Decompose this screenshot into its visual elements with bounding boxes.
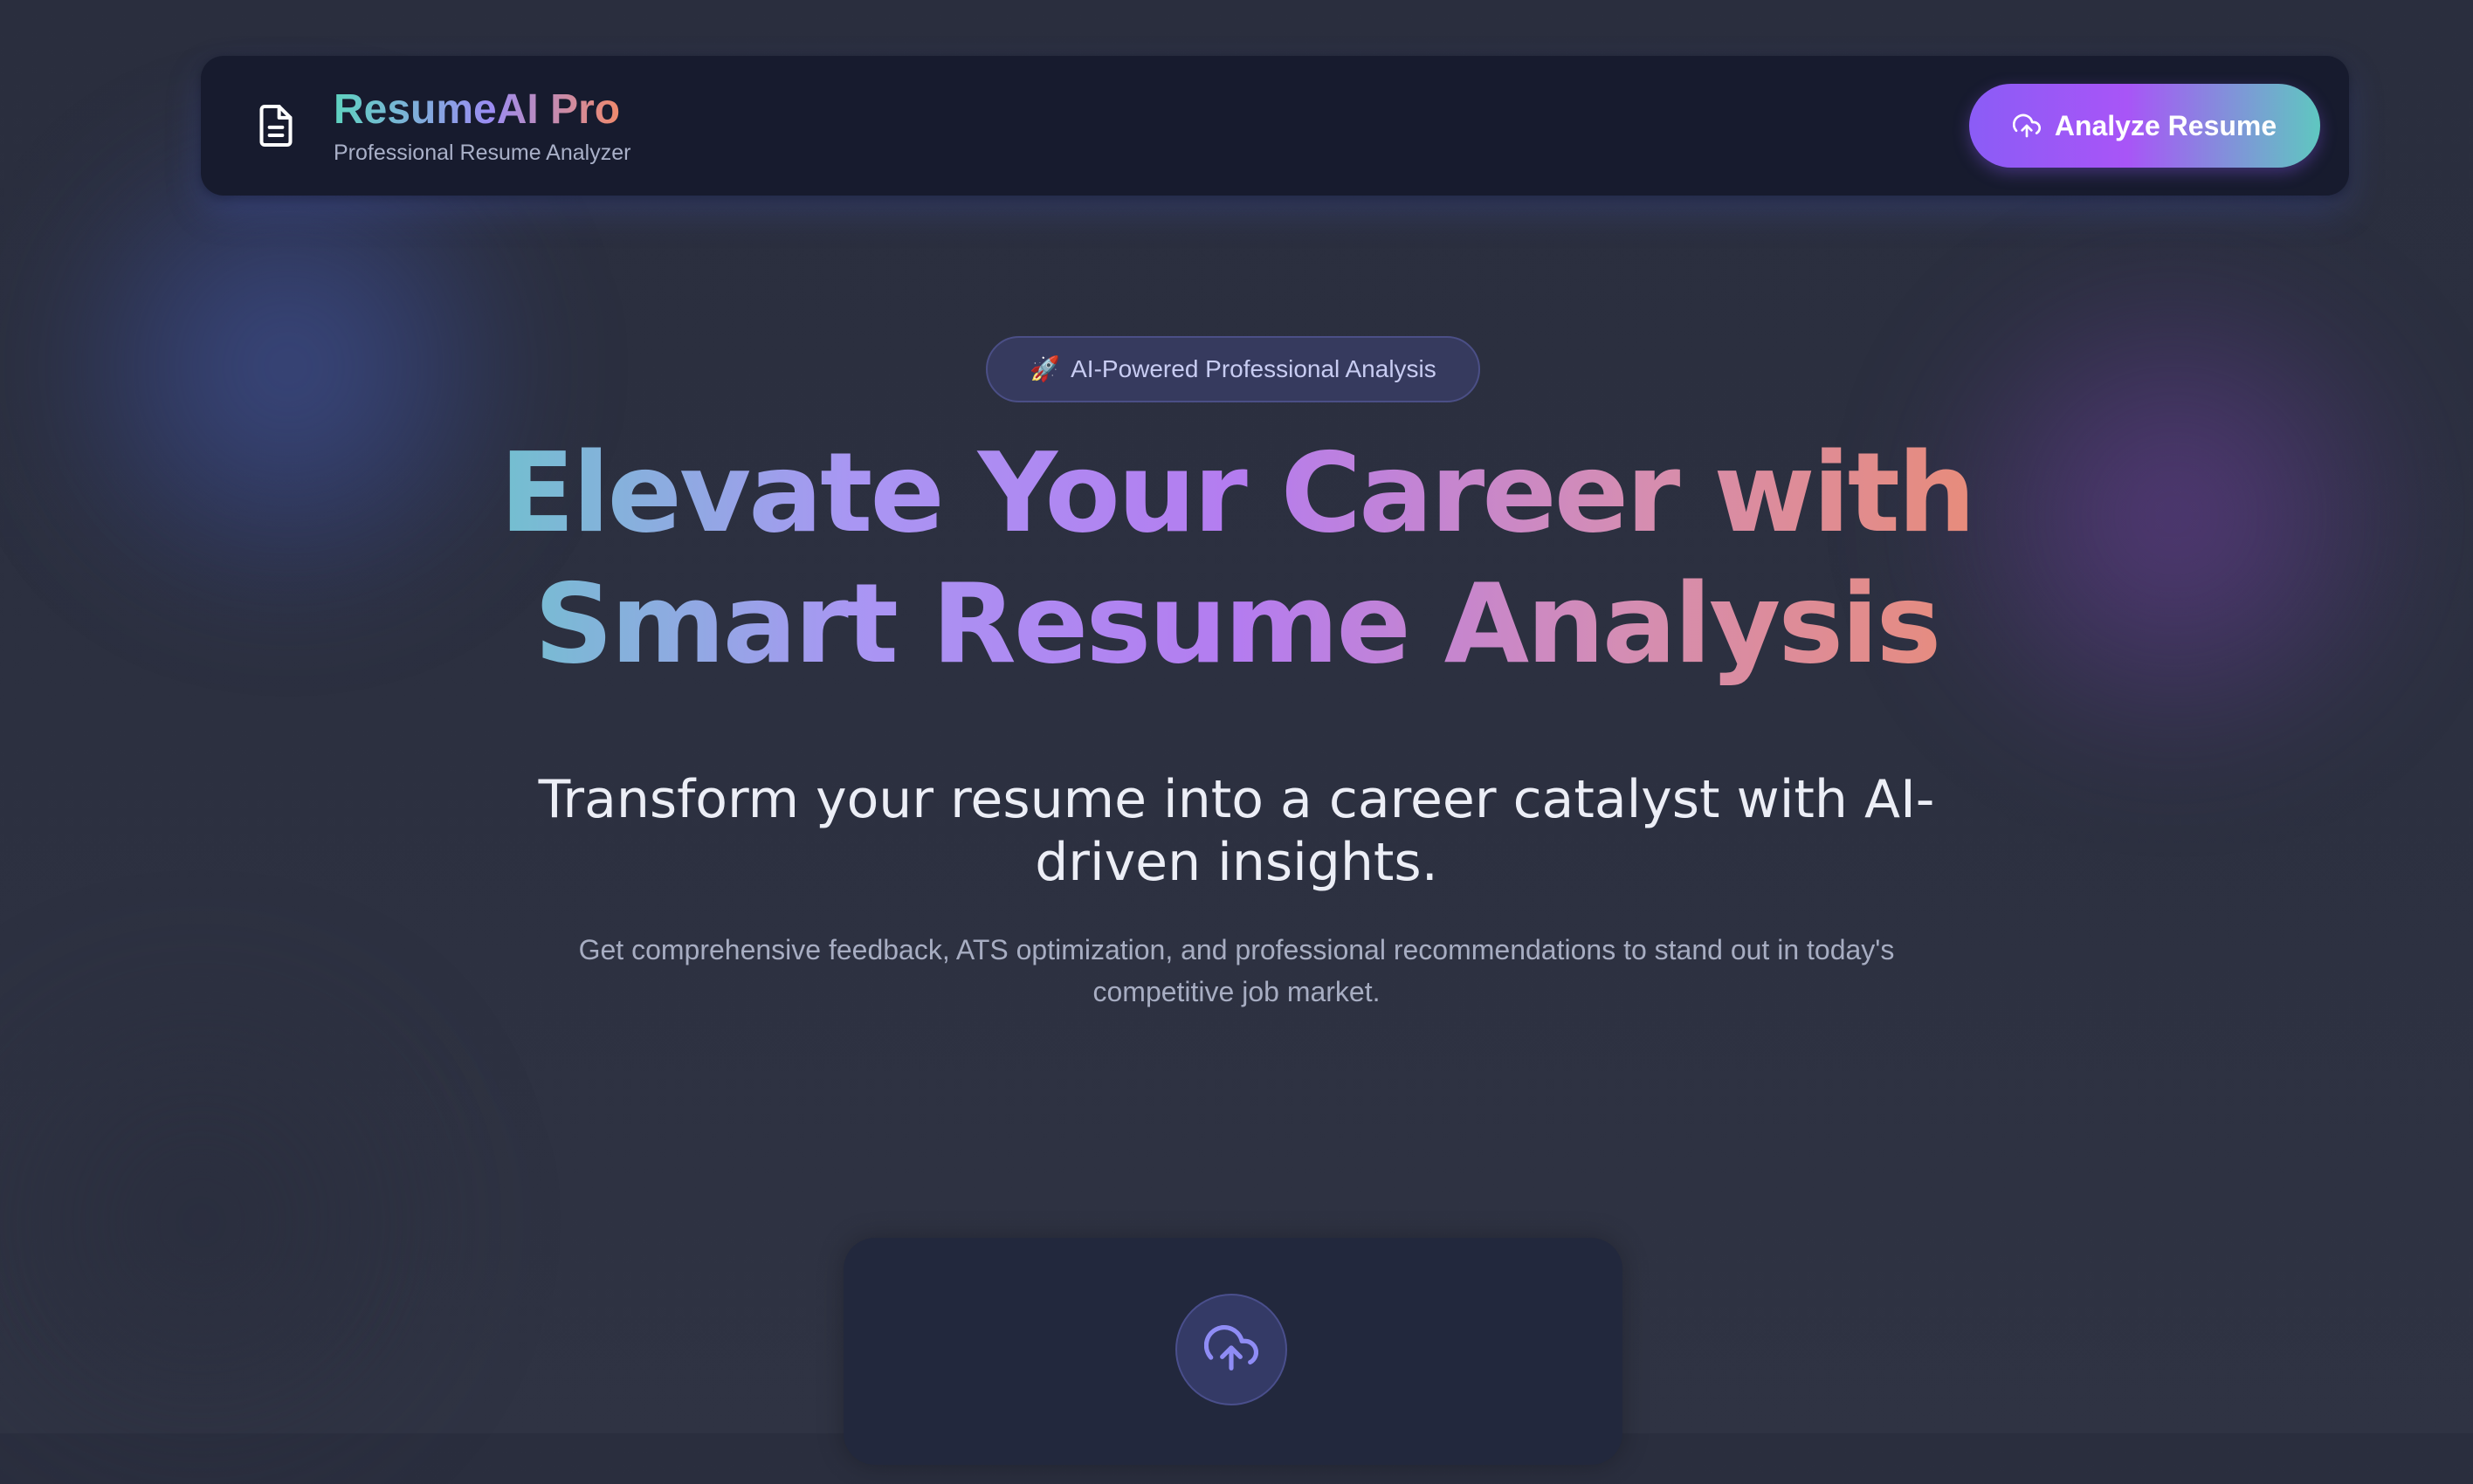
- upload-card[interactable]: [844, 1238, 1622, 1465]
- background-shade: [0, 960, 506, 1484]
- analyze-resume-label: Analyze Resume: [2054, 109, 2277, 141]
- hero-title-line-2: Smart Resume Analysis: [363, 559, 2110, 690]
- rocket-icon: 🚀: [1030, 355, 1061, 382]
- hero-subtitle: Transform your resume into a career cata…: [538, 769, 1935, 893]
- hero-title: Elevate Your Career with Smart Resume An…: [363, 428, 2110, 690]
- badge-label: AI-Powered Professional Analysis: [1071, 355, 1436, 382]
- top-navbar: ResumeAI Pro Professional Resume Analyze…: [201, 56, 2349, 196]
- ai-powered-badge: 🚀 AI-Powered Professional Analysis: [986, 336, 1480, 402]
- cloud-upload-icon: [2012, 112, 2041, 140]
- document-icon[interactable]: [250, 100, 302, 152]
- brand-subtitle: Professional Resume Analyzer: [334, 141, 631, 165]
- hero-description: Get comprehensive feedback, ATS optimiza…: [578, 934, 1895, 1007]
- hero-title-line-1: Elevate Your Career with: [363, 428, 2110, 559]
- brand-name[interactable]: ResumeAI Pro: [334, 86, 620, 134]
- analyze-resume-button[interactable]: Analyze Resume: [1969, 84, 2320, 168]
- upload-dropzone-button[interactable]: [1175, 1294, 1287, 1405]
- cloud-upload-icon: [1203, 1321, 1259, 1378]
